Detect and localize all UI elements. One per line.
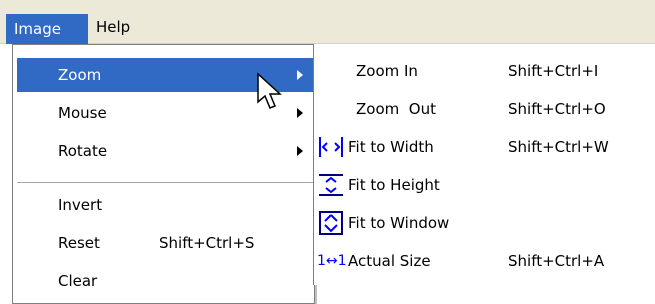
submenu-item-label: Zoom Out [356, 100, 436, 118]
submenu-item-shortcut: Shift+Ctrl+O [508, 100, 606, 118]
submenu-arrow-icon [297, 108, 303, 118]
menu-item-label: Invert [58, 196, 103, 214]
actual-size-icon: 1↔1 [317, 253, 347, 269]
menu-item-shortcut: Shift+Ctrl+S [159, 234, 255, 252]
submenu-item-shortcut: Shift+Ctrl+W [508, 138, 609, 156]
fit-width-icon [319, 137, 343, 157]
submenu-item-fit-to-window[interactable]: Fit to Window [314, 205, 654, 241]
menu-item-label: Mouse [58, 104, 107, 122]
submenu-item-label: Fit to Window [348, 214, 450, 232]
fit-height-icon [319, 174, 343, 196]
menu-separator [17, 182, 313, 183]
submenu-item-shortcut: Shift+Ctrl+I [508, 62, 599, 80]
menu-item-label: Rotate [58, 142, 108, 160]
menu-item-reset[interactable]: Reset Shift+Ctrl+S [17, 226, 313, 260]
menu-bar: Image Help [0, 0, 655, 44]
submenu-item-shortcut: Shift+Ctrl+A [508, 252, 605, 270]
submenu-item-label: Zoom In [356, 62, 418, 80]
submenu-item-fit-to-width[interactable]: Fit to Width Shift+Ctrl+W [314, 129, 654, 165]
menu-item-rotate[interactable]: Rotate [17, 134, 313, 168]
menu-item-label: Clear [58, 272, 98, 290]
menu-item-invert[interactable]: Invert [17, 188, 313, 222]
menu-image[interactable]: Image [6, 14, 88, 44]
fit-window-icon [319, 211, 343, 235]
submenu-arrow-icon [297, 70, 303, 80]
submenu-item-label: Actual Size [348, 252, 431, 270]
menu-help-label: Help [96, 18, 131, 36]
menu-item-clear[interactable]: Clear [17, 264, 313, 298]
menu-image-label: Image [14, 20, 61, 38]
submenu-item-zoom-in[interactable]: Zoom In Shift+Ctrl+I [314, 53, 654, 89]
submenu-item-fit-to-height[interactable]: Fit to Height [314, 167, 654, 203]
submenu-item-zoom-out[interactable]: Zoom Out Shift+Ctrl+O [314, 91, 654, 127]
submenu-item-actual-size[interactable]: 1↔1 Actual Size Shift+Ctrl+A [314, 243, 654, 279]
submenu-arrow-icon [297, 146, 303, 156]
submenu-item-label: Fit to Height [348, 176, 440, 194]
menu-item-label: Reset [58, 234, 100, 252]
mouse-pointer-icon [257, 72, 282, 109]
menu-help[interactable]: Help [88, 12, 152, 42]
submenu-item-label: Fit to Width [348, 138, 434, 156]
zoom-submenu: Zoom In Shift+Ctrl+I Zoom Out Shift+Ctrl… [313, 44, 655, 285]
menu-item-label: Zoom [58, 66, 102, 84]
